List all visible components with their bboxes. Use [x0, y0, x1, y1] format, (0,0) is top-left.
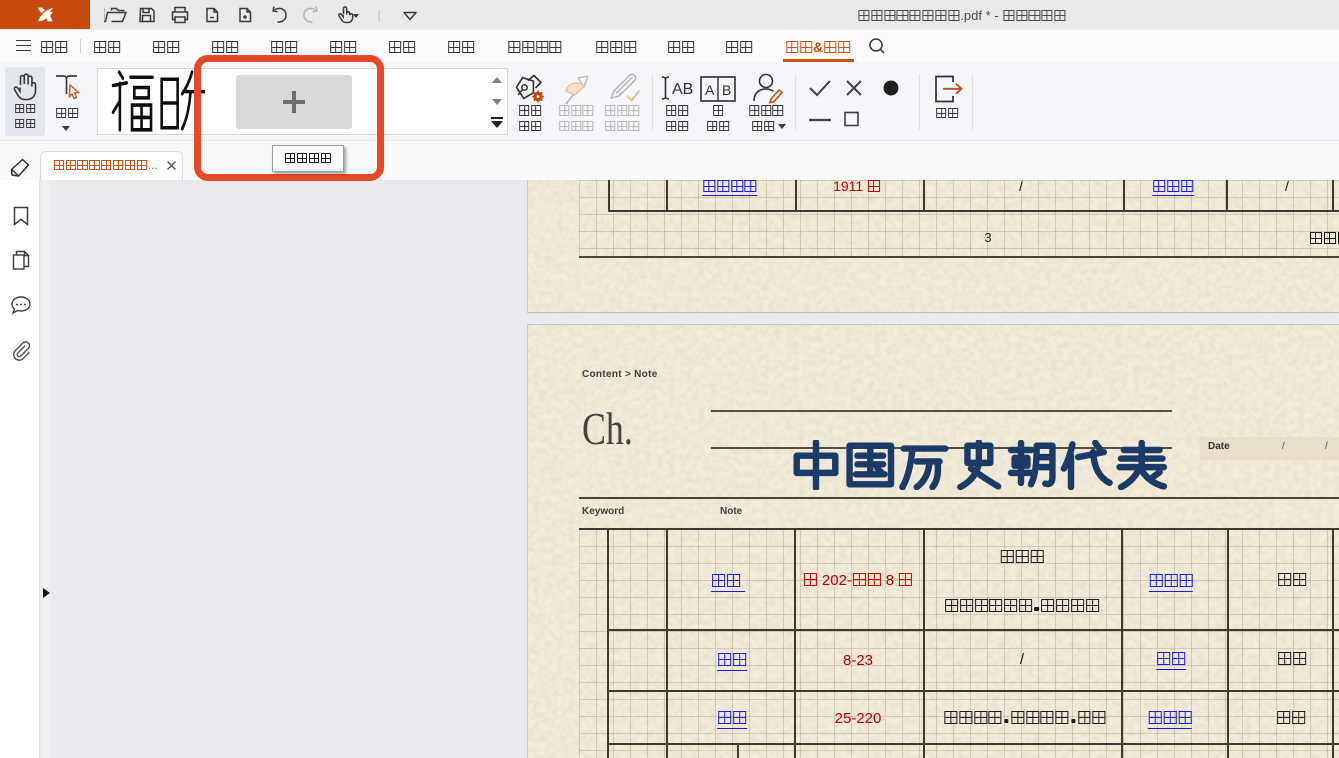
svg-text:AB: AB: [672, 81, 693, 98]
svg-text:B: B: [722, 82, 731, 98]
svg-text:A: A: [705, 82, 715, 98]
